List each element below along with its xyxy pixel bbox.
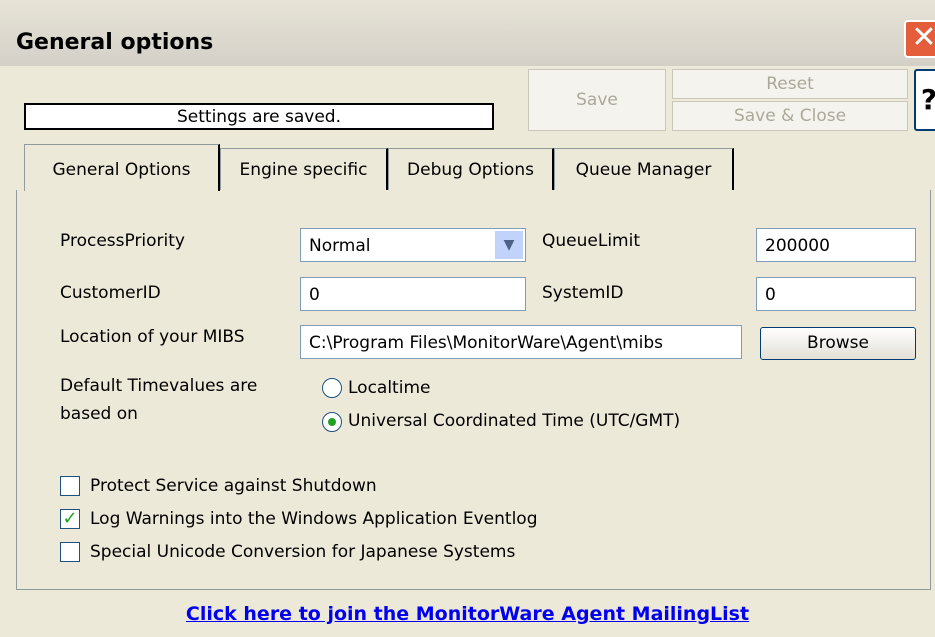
checkbox-unicode-conversion[interactable] [60,542,80,562]
radio-utc[interactable] [322,412,342,432]
checkbox-log-warnings[interactable]: ✓ [60,509,80,529]
radio-localtime[interactable] [322,378,342,398]
queue-limit-input[interactable]: 200000 [756,228,916,262]
save-button[interactable]: Save [528,69,666,131]
mailing-list-link[interactable]: Click here to join the MonitorWare Agent… [0,603,935,625]
tab-queue-manager[interactable]: Queue Manager [554,148,734,190]
customer-id-label: CustomerID [60,283,161,303]
status-message: Settings are saved. [24,103,494,130]
checkbox-protect-service-label: Protect Service against Shutdown [90,476,377,496]
timevalues-label-line2: based on [60,404,138,424]
timevalues-label-line1: Default Timevalues are [60,376,258,396]
checkbox-unicode-conversion-label: Special Unicode Conversion for Japanese … [90,542,516,562]
customer-id-input[interactable]: 0 [300,277,526,311]
mibs-location-input[interactable]: C:\Program Files\MonitorWare\Agent\mibs [300,325,742,359]
close-icon: ✕ [911,20,935,55]
checkbox-protect-service[interactable] [60,476,80,496]
queue-limit-label: QueueLimit [542,231,640,251]
window-title: General options [16,30,214,55]
tab-general-options[interactable]: General Options [24,144,220,191]
process-priority-select[interactable]: Normal [300,228,526,262]
browse-button[interactable]: Browse [760,327,916,360]
general-options-window: General options ✕ Settings are saved. Sa… [0,0,935,637]
help-button[interactable]: ? [914,69,935,131]
reset-button[interactable]: Reset [672,69,908,99]
radio-selected-dot [328,418,336,426]
chevron-down-icon[interactable]: ▼ [494,230,524,260]
title-bar: General options ✕ [0,0,935,67]
check-icon: ✓ [62,508,78,529]
tab-debug-options[interactable]: Debug Options [388,148,554,190]
system-id-input[interactable]: 0 [756,277,916,311]
save-and-close-button[interactable]: Save & Close [672,101,908,131]
process-priority-label: ProcessPriority [60,231,185,251]
close-button[interactable]: ✕ [904,20,935,58]
radio-utc-label: Universal Coordinated Time (UTC/GMT) [348,411,681,431]
process-priority-value: Normal [309,236,371,256]
radio-localtime-label: Localtime [348,378,431,398]
mibs-location-label: Location of your MIBS [60,327,245,347]
tab-engine-specific[interactable]: Engine specific [220,148,388,190]
system-id-label: SystemID [542,283,624,303]
checkbox-log-warnings-label: Log Warnings into the Windows Applicatio… [90,509,538,529]
